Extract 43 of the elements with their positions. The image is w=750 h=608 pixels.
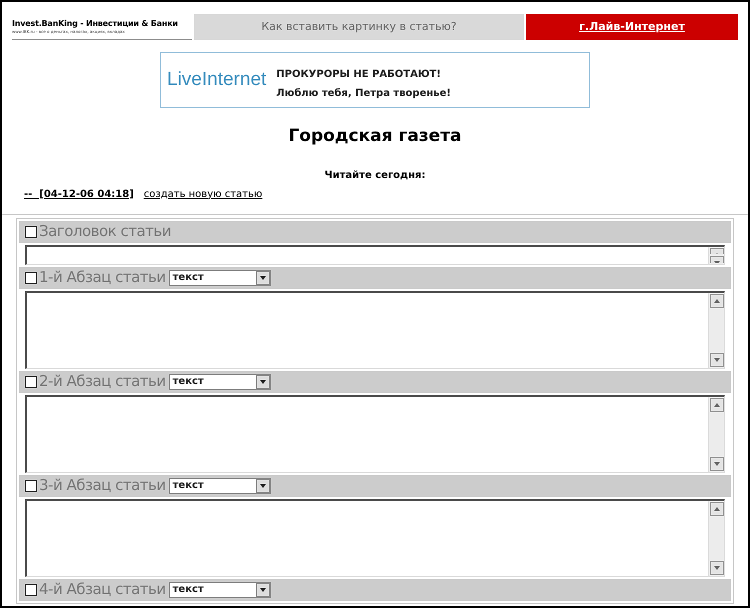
type-select[interactable]: текст (168, 374, 271, 390)
community-link[interactable]: г.Лайв-Интернет (526, 14, 738, 40)
banner-headline: ПРОКУРОРЫ НЕ РАБОТАЮТ! (276, 68, 442, 82)
paragraph-textarea[interactable] (25, 394, 725, 472)
scroll-down-icon[interactable] (710, 560, 724, 574)
checkbox[interactable] (25, 376, 37, 388)
scrollbar[interactable] (708, 292, 724, 368)
paragraph-textarea[interactable] (25, 498, 725, 576)
scrollbar[interactable] (708, 396, 724, 472)
post-date: -- [04-12-06 04:18] (24, 188, 134, 202)
dropdown-caret-icon (256, 478, 270, 492)
field-label: 4-й Абзац статьи (39, 579, 166, 600)
dropdown-caret-icon (256, 270, 270, 284)
banner-subline: Люблю тебя, Петра творенье! (276, 87, 451, 101)
help-link[interactable]: Как вставить картинку в статью? (194, 14, 524, 40)
field-label: 2-й Абзац статьи (39, 371, 166, 392)
page-title: Городская газета (287, 125, 463, 148)
field-label: Заголовок статьи (39, 221, 171, 242)
scroll-up-icon[interactable] (710, 294, 724, 308)
dropdown-caret-icon (256, 374, 270, 388)
read-today-label: Читайте сегодня: (324, 168, 426, 182)
field-label: 1-й Абзац статьи (39, 267, 166, 288)
scrollbar[interactable] (708, 500, 724, 576)
checkbox[interactable] (25, 272, 37, 284)
type-select[interactable]: текст (168, 582, 271, 598)
type-select[interactable]: текст (168, 270, 271, 286)
checkbox[interactable] (25, 584, 37, 596)
scroll-down-icon[interactable] (710, 352, 724, 366)
dropdown-caret-icon (256, 582, 270, 596)
scrollbar[interactable] (708, 246, 724, 264)
paragraph-textarea[interactable] (25, 290, 725, 368)
create-article-link[interactable]: создать новую статью (144, 186, 262, 202)
checkbox[interactable] (25, 480, 37, 492)
scroll-down-icon[interactable] (710, 256, 724, 262)
logo-text: Invest.BanKing - Инвестиции & Банки (12, 19, 179, 29)
scroll-up-icon[interactable] (710, 398, 724, 412)
banner-logo: LiveInternet (167, 68, 266, 92)
scroll-down-icon[interactable] (710, 456, 724, 470)
type-select[interactable]: текст (168, 478, 271, 494)
ad-banner[interactable]: LiveInternet ПРОКУРОРЫ НЕ РАБОТАЮТ! Люблю тебя, Петра творенье! (160, 52, 590, 108)
checkbox[interactable] (25, 226, 37, 238)
field-label: 3-й Абзац статьи (39, 475, 166, 496)
scroll-up-icon[interactable] (710, 502, 724, 516)
